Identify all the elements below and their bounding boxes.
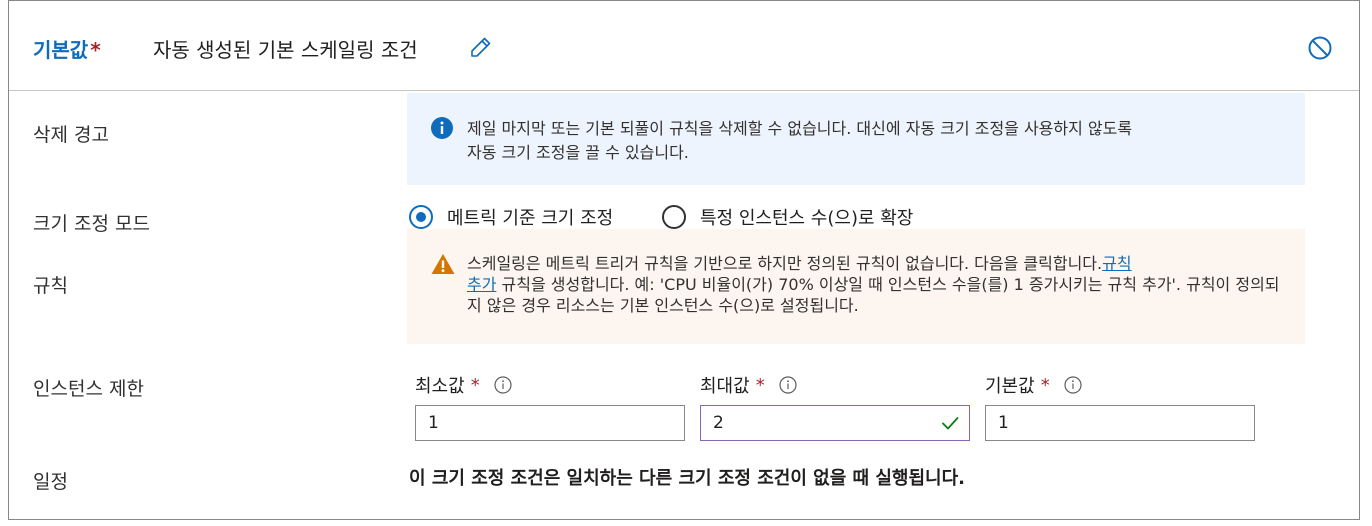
radio-selected-indicator[interactable]: [409, 205, 433, 229]
required-mark: *: [90, 38, 101, 62]
scale-mode-label: 크기 조정 모드: [33, 213, 150, 235]
minimum-field: 최소값 *: [415, 373, 685, 441]
default-field: 기본값 *: [985, 373, 1255, 441]
default-label-text: 기본값: [985, 376, 1035, 397]
add-rule-link-part1[interactable]: 규칙: [1102, 254, 1131, 273]
delete-warning-label: 삭제 경고: [33, 124, 109, 146]
condition-label: 기본값 *: [33, 34, 101, 63]
pencil-icon[interactable]: [469, 35, 493, 59]
required-mark: *: [1040, 374, 1050, 396]
checkmark-icon: [942, 417, 959, 430]
maximum-field: 최대값 *: [700, 373, 970, 441]
info-tooltip-icon[interactable]: [779, 376, 797, 394]
condition-title: 자동 생성된 기본 스케일링 조건: [153, 38, 418, 62]
warning-icon: [431, 254, 455, 274]
warning-text-end: 규칙을 생성합니다. 예: 'CPU 비율이(가) 70% 이상일 때 인스턴스…: [467, 275, 1280, 315]
info-tooltip-icon[interactable]: [494, 376, 512, 394]
minimum-label: 최소값 *: [415, 373, 685, 397]
add-rule-link-part2[interactable]: 추가: [467, 275, 496, 294]
info-line-2: 자동 크기 조정을 끌 수 있습니다.: [467, 143, 689, 162]
instance-limits-label: 인스턴스 제한: [33, 378, 144, 400]
default-input[interactable]: [986, 406, 1218, 440]
info-icon: [431, 117, 453, 139]
required-mark: *: [755, 374, 765, 396]
condition-header: 기본값 * 자동 생성된 기본 스케일링 조건: [9, 1, 1359, 91]
radio-unselected-indicator[interactable]: [662, 205, 686, 229]
radio-metric-scale-label: 메트릭 기준 크기 조정: [447, 208, 614, 229]
schedule-label: 일정: [33, 471, 68, 493]
rules-label: 규칙: [33, 275, 68, 297]
minimum-input[interactable]: [416, 406, 648, 440]
info-message-bar: 제일 마지막 또는 기본 되풀이 규칙을 삭제할 수 없습니다. 대신에 자동 …: [407, 93, 1305, 185]
maximum-input[interactable]: [701, 406, 933, 440]
maximum-input-box[interactable]: [700, 405, 970, 441]
info-line-1: 제일 마지막 또는 기본 되풀이 규칙을 삭제할 수 없습니다. 대신에 자동 …: [467, 119, 1133, 138]
required-mark: *: [470, 374, 480, 396]
radio-instance-count-label: 특정 인스턴스 수(으)로 확장: [700, 208, 914, 229]
default-label: 기본값 *: [985, 373, 1255, 397]
warning-text-start: 스케일링은 메트릭 트리거 규칙을 기반으로 하지만 정의된 규칙이 없습니다.…: [467, 254, 1103, 273]
warning-message-text: 스케일링은 메트릭 트리거 규칙을 기반으로 하지만 정의된 규칙이 없습니다.…: [467, 253, 1293, 316]
minimum-input-box[interactable]: [415, 405, 685, 441]
minimum-label-text: 최소값: [415, 376, 465, 397]
radio-metric-scale[interactable]: 메트릭 기준 크기 조정: [409, 204, 613, 230]
info-tooltip-icon[interactable]: [1064, 376, 1082, 394]
maximum-label: 최대값 *: [700, 373, 970, 397]
scale-condition-card: 기본값 * 자동 생성된 기본 스케일링 조건 삭제 경고 제일 마지막 또는 기…: [8, 0, 1360, 520]
maximum-label-text: 최대값: [700, 376, 750, 397]
info-message-text: 제일 마지막 또는 기본 되풀이 규칙을 삭제할 수 없습니다. 대신에 자동 …: [467, 117, 1297, 165]
radio-instance-count[interactable]: 특정 인스턴스 수(으)로 확장: [662, 204, 913, 230]
condition-label-text: 기본값: [33, 38, 89, 62]
circle-slash-icon[interactable]: [1307, 35, 1333, 61]
schedule-text: 이 크기 조정 조건은 일치하는 다른 크기 조정 조건이 없을 때 실행됩니다…: [409, 468, 966, 489]
warning-message-bar: 스케일링은 메트릭 트리거 규칙을 기반으로 하지만 정의된 규칙이 없습니다.…: [407, 229, 1305, 344]
default-input-box[interactable]: [985, 405, 1255, 441]
